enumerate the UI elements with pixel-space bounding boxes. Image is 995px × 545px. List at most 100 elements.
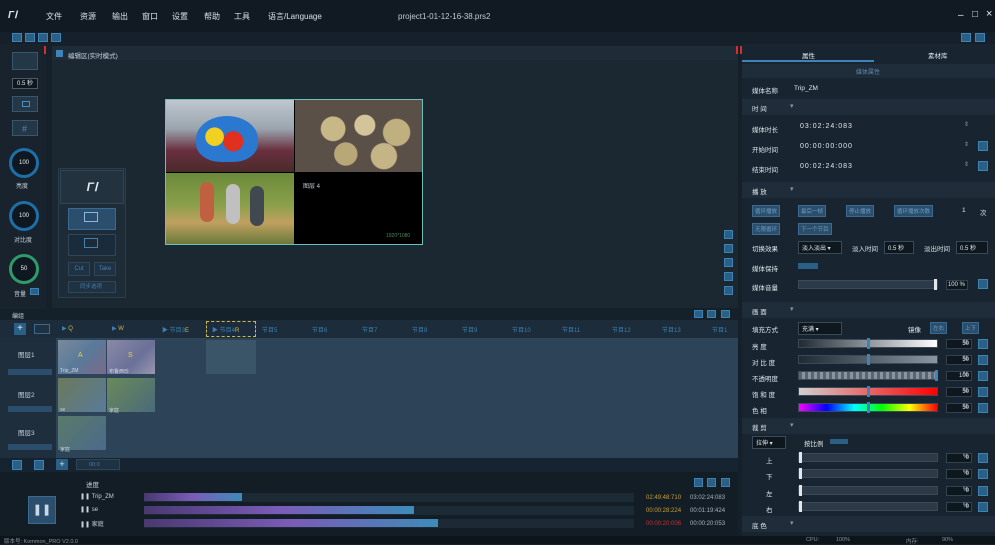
- program-marker-11[interactable]: 节目11: [562, 325, 580, 334]
- start-spinner-icon[interactable]: ⇕: [964, 141, 969, 148]
- crop-left-slider[interactable]: [798, 486, 938, 495]
- cell-food-video[interactable]: [295, 100, 422, 172]
- saturation-slider-handle[interactable]: [866, 386, 870, 397]
- fade-in-field[interactable]: 0.5 秒: [884, 241, 914, 254]
- opacity-slider-handle[interactable]: [935, 370, 938, 381]
- crop-top-slider[interactable]: [798, 453, 938, 462]
- brightness-reset-icon[interactable]: [978, 339, 988, 349]
- crop-ratio-toggle[interactable]: [830, 439, 848, 444]
- menu-tools[interactable]: 工具: [234, 11, 250, 22]
- clip-family-2[interactable]: [58, 416, 106, 450]
- mute-icon[interactable]: [30, 288, 39, 295]
- media-volume-slider[interactable]: [798, 280, 938, 289]
- contrast-knob[interactable]: 100: [9, 201, 39, 231]
- end-value[interactable]: 00:02:24:083: [800, 163, 853, 170]
- tab-library-label[interactable]: 素材库: [928, 50, 948, 60]
- fill-mode-select[interactable]: 充满 ▾: [798, 322, 842, 335]
- crop-left-reset-icon[interactable]: [978, 486, 988, 496]
- crop-right-slider[interactable]: [798, 502, 938, 511]
- canvas-tool-5-icon[interactable]: [724, 286, 733, 295]
- end-spinner-icon[interactable]: ⇕: [964, 161, 969, 168]
- media-volume-handle[interactable]: [934, 279, 937, 290]
- menu-settings[interactable]: 设置: [172, 11, 188, 22]
- crop-right-reset-icon[interactable]: [978, 502, 988, 512]
- canvas-tool-1-icon[interactable]: [724, 230, 733, 239]
- toolbar-fullscreen-icon[interactable]: [975, 33, 985, 42]
- add-program-icon[interactable]: +: [14, 323, 26, 335]
- layer2-controls[interactable]: [8, 406, 52, 412]
- progress-tool-3-icon[interactable]: [721, 478, 730, 487]
- background-color-section[interactable]: [742, 516, 995, 532]
- layer3-controls[interactable]: [8, 444, 52, 450]
- opacity-slider[interactable]: [798, 371, 938, 380]
- program-marker-w[interactable]: ▶ W: [112, 325, 124, 332]
- canvas-tool-2-icon[interactable]: [724, 244, 733, 253]
- start-value[interactable]: 00:00:00:000: [800, 143, 853, 150]
- progress-tool-1-icon[interactable]: [694, 478, 703, 487]
- grid-button[interactable]: #: [12, 120, 38, 136]
- crop-bottom-handle[interactable]: [799, 468, 802, 479]
- toolbar-saveas-icon[interactable]: [51, 33, 61, 42]
- crop-right-handle[interactable]: [799, 501, 802, 512]
- switch-effect-select[interactable]: 淡入淡出 ▾: [798, 241, 842, 254]
- cut-button[interactable]: Cut: [68, 262, 90, 276]
- time-section[interactable]: [742, 99, 995, 115]
- program-marker-8[interactable]: 节目8: [412, 325, 427, 334]
- menu-file[interactable]: 文件: [46, 11, 62, 22]
- saturation-reset-icon[interactable]: [978, 387, 988, 397]
- toolbar-open-icon[interactable]: [25, 33, 35, 42]
- program-marker-14[interactable]: 节目1: [712, 325, 727, 334]
- brightness-slider-handle[interactable]: [866, 338, 870, 349]
- program-marker-10[interactable]: 节目10: [512, 325, 531, 334]
- media-volume-reset-icon[interactable]: [978, 279, 988, 289]
- program-marker-9[interactable]: 节目9: [462, 325, 477, 334]
- crop-top-reset-icon[interactable]: [978, 453, 988, 463]
- picture-section[interactable]: [742, 302, 995, 318]
- crop-top-handle[interactable]: [799, 452, 802, 463]
- duration-field[interactable]: 0.5 秒: [12, 78, 38, 89]
- contrast-slider-handle[interactable]: [866, 354, 870, 365]
- end-set-icon[interactable]: [978, 161, 988, 171]
- layer1-controls[interactable]: [8, 369, 52, 375]
- crop-bottom-reset-icon[interactable]: [978, 469, 988, 479]
- contrast-reset-icon[interactable]: [978, 355, 988, 365]
- sync-option[interactable]: 同步选项: [68, 281, 116, 293]
- fade-out-field[interactable]: 0.5 秒: [956, 241, 988, 254]
- add-layer-icon[interactable]: +: [56, 459, 68, 470]
- hue-reset-icon[interactable]: [978, 403, 988, 413]
- toolbar-layout-icon[interactable]: [961, 33, 971, 42]
- program-marker-r[interactable]: ▶ 节目4R: [212, 325, 239, 334]
- program-marker-13[interactable]: 节目13: [662, 325, 681, 334]
- blank-button[interactable]: [12, 52, 38, 70]
- canvas-tool-3-icon[interactable]: [724, 258, 733, 267]
- clip-slot-selected[interactable]: [206, 340, 256, 374]
- progress-tool-2-icon[interactable]: [707, 478, 716, 487]
- loop-play-option[interactable]: 循环播放: [752, 205, 781, 217]
- pause-button[interactable]: ❚❚: [28, 496, 56, 524]
- last-frame-option[interactable]: 最后一帧: [798, 205, 827, 217]
- brightness-knob[interactable]: 100: [9, 148, 39, 178]
- tl-add-icon[interactable]: [721, 310, 730, 318]
- next-program-option[interactable]: 下一个节目: [798, 223, 832, 235]
- tl-list-icon[interactable]: [694, 310, 703, 318]
- tl-grid-icon[interactable]: [707, 310, 716, 318]
- prev-icon[interactable]: [12, 460, 22, 470]
- stop-icon[interactable]: [34, 460, 44, 470]
- program-marker-6[interactable]: 节目6: [312, 325, 327, 334]
- crop-bottom-slider[interactable]: [798, 469, 938, 478]
- toolbar-save-icon[interactable]: [38, 33, 48, 42]
- toolbar-new-icon[interactable]: [12, 33, 22, 42]
- opacity-reset-icon[interactable]: [978, 371, 988, 381]
- loop-count-value[interactable]: 1: [962, 207, 966, 214]
- menu-window[interactable]: 窗口: [142, 11, 158, 22]
- play-section[interactable]: [742, 182, 995, 198]
- media-keep-toggle[interactable]: [798, 263, 818, 269]
- program-marker-e[interactable]: ▶ 节目3E: [162, 325, 189, 334]
- program-list-icon[interactable]: [34, 324, 50, 334]
- minimize-icon[interactable]: –: [958, 10, 964, 21]
- program-marker-q[interactable]: ▶ Q: [62, 325, 73, 332]
- start-set-icon[interactable]: [978, 141, 988, 151]
- canvas-tool-4-icon[interactable]: [724, 272, 733, 281]
- mirror-lr-option[interactable]: 左右: [930, 322, 948, 334]
- stop-play-option[interactable]: 停止播放: [846, 205, 875, 217]
